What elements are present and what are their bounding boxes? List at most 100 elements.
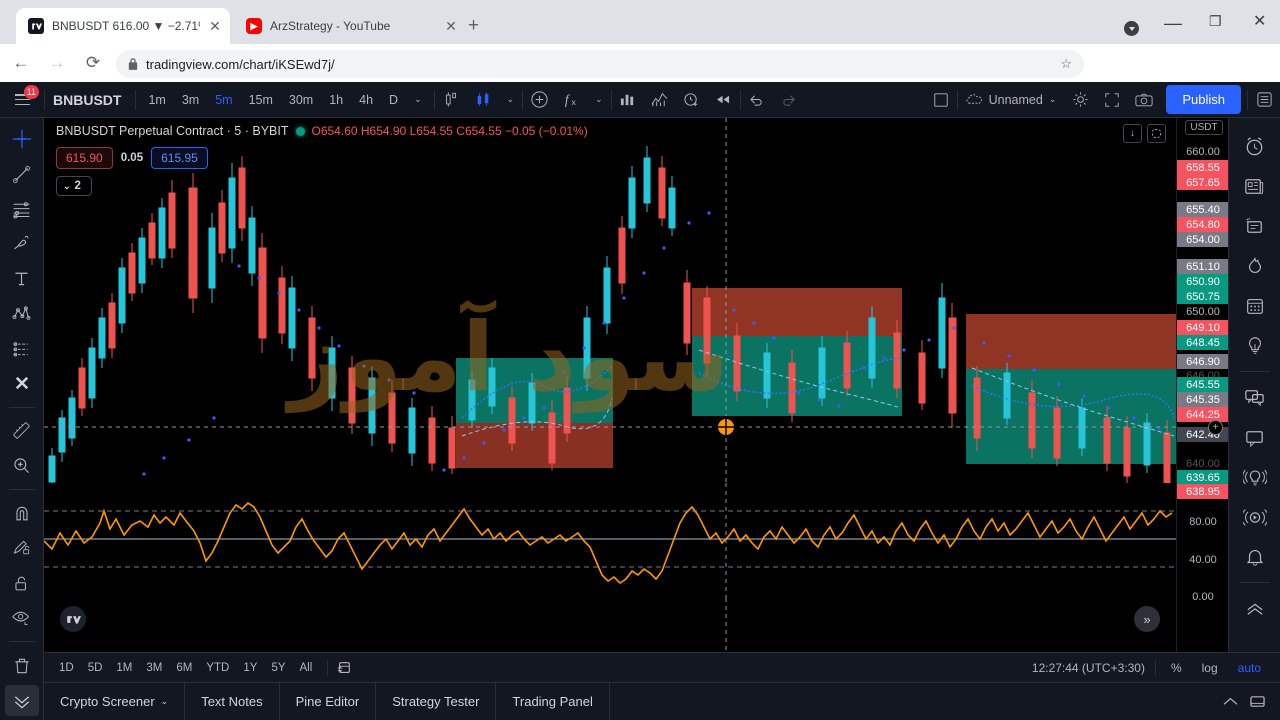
range-5D[interactable]: 5D [81,658,110,678]
range-1M[interactable]: 1M [109,658,139,678]
prediction-tool-icon[interactable] [5,333,39,364]
maximize-button[interactable]: ❐ [1209,14,1222,28]
close-window-button[interactable]: ✕ [1253,14,1266,30]
calendar-range-icon[interactable] [336,660,352,676]
log-scale-button[interactable]: log [1197,659,1223,677]
range-3M[interactable]: 3M [139,658,169,678]
reset-chart-icon[interactable] [1147,124,1166,143]
replay-rewind-icon[interactable] [708,86,740,114]
reload-icon[interactable]: ⟳ [78,48,108,78]
legend-title-row[interactable]: BNBUSDT Perpetual Contract · 5 · BYBIT O… [56,124,588,138]
auto-scale-button[interactable]: auto [1233,659,1266,677]
minimize-button[interactable]: — [1164,14,1182,32]
scroll-forward-button[interactable]: » [1134,606,1160,632]
trend-line-tool-icon[interactable] [5,159,39,190]
collapse-toolbar-icon[interactable] [4,685,39,716]
chart-canvas-area[interactable]: سود آموز BNBUSDT Perpetual Contract · 5 … [44,118,1229,720]
news-icon[interactable] [1236,166,1274,206]
forward-icon[interactable]: → [42,48,72,78]
timeframe-D[interactable]: D [381,88,406,112]
range-YTD[interactable]: YTD [199,658,236,678]
magnet-icon[interactable] [5,498,39,529]
chevron-down-icon[interactable]: ⌄ [406,94,430,105]
live-stream-icon[interactable] [1236,497,1274,537]
watchlist-alarm-icon[interactable] [1236,126,1274,166]
expand-panel-icon[interactable] [1249,694,1266,709]
range-1D[interactable]: 1D [52,658,81,678]
layout-square-icon[interactable] [925,86,957,114]
tab-crypto-screener[interactable]: Crypto Screener ⌄ [44,682,186,720]
settings-gear-icon[interactable] [1064,86,1096,114]
fib-retracement-tool-icon[interactable] [5,194,39,225]
drawing-mode-pencil-icon[interactable] [5,533,39,564]
timeframe-3m[interactable]: 3m [174,88,207,112]
chevron-down-icon[interactable]: ⌄ [587,94,611,105]
percent-scale-button[interactable]: % [1166,659,1187,677]
pattern-tool-icon[interactable] [5,298,39,329]
sidebar-panel-icon[interactable] [1248,86,1280,114]
undo-icon[interactable] [741,86,773,114]
star-icon[interactable]: ☆ [1060,56,1072,72]
range-All[interactable]: All [293,658,320,678]
timeframe-15m[interactable]: 15m [241,88,281,112]
indicators-fx-icon[interactable]: fx [555,86,587,114]
new-tab-button[interactable]: + [468,16,479,35]
lock-drawings-icon[interactable] [5,568,39,599]
redo-icon[interactable] [773,86,805,114]
candle-style-icon[interactable] [467,86,499,114]
range-6M[interactable]: 6M [169,658,199,678]
add-alert-icon[interactable]: + [1208,420,1223,435]
tab-trading-panel[interactable]: Trading Panel [496,682,610,720]
remove-drawings-icon[interactable] [5,368,39,399]
trash-icon[interactable] [5,650,39,681]
add-indicator-icon[interactable] [523,86,555,114]
range-5Y[interactable]: 5Y [264,658,292,678]
expand-sidebar-icon[interactable] [1236,588,1274,628]
timeframe-5m[interactable]: 5m [207,88,240,112]
fullscreen-icon[interactable] [1096,86,1128,114]
bar-style-icon[interactable] [435,86,467,114]
brush-tool-icon[interactable] [5,228,39,259]
tab-pine-editor[interactable]: Pine Editor [280,682,377,720]
browser-tab-tradingview[interactable]: BNBUSDT 616.00 ▼ −2.71% Unn ✕ [16,8,230,44]
data-window-icon[interactable] [1236,206,1274,246]
layout-selector[interactable]: Unnamed ⌄ [958,93,1065,107]
ideas-bulb-icon[interactable] [1236,326,1274,366]
order-quantity-selector[interactable]: ⌄ 2 [56,176,92,196]
zoom-in-icon[interactable] [5,450,39,481]
window-dropdown-icon[interactable] [1124,21,1139,36]
public-chat-icon[interactable] [1236,377,1274,417]
notifications-bell-icon[interactable] [1236,537,1274,577]
symbol-search-button[interactable]: BNBUSDT [45,92,135,108]
tab-strategy-tester[interactable]: Strategy Tester [376,682,497,720]
timeframe-1h[interactable]: 1h [321,88,351,112]
line-chart-icon[interactable] [644,86,676,114]
bar-replay-chart-icon[interactable] [612,86,644,114]
hotlist-fire-icon[interactable] [1236,246,1274,286]
collapse-panel-icon[interactable] [1222,694,1239,709]
tab-text-notes[interactable]: Text Notes [185,682,280,720]
close-icon[interactable]: ✕ [444,19,458,33]
tradingview-logo-badge[interactable] [60,606,86,632]
scroll-to-realtime-icon[interactable]: ↓ [1123,124,1142,143]
text-tool-icon[interactable] [5,263,39,294]
browser-tab-youtube[interactable]: ▶ ArzStrategy - YouTube ✕ [234,8,466,44]
screenshot-camera-icon[interactable] [1128,86,1160,114]
hide-drawings-eye-icon[interactable] [5,603,39,634]
main-menu-button[interactable]: 11 [0,82,44,118]
alert-clock-icon[interactable] [676,86,708,114]
timeframe-30m[interactable]: 30m [281,88,321,112]
bid-price-badge[interactable]: 615.90 [56,147,113,169]
ask-price-badge[interactable]: 615.95 [151,147,208,169]
measure-ruler-icon[interactable] [5,416,39,447]
address-bar[interactable]: tradingview.com/chart/iKSEwd7j/ ☆ [116,50,1084,78]
stream-broadcast-icon[interactable] [1236,457,1274,497]
timeframe-4h[interactable]: 4h [351,88,381,112]
price-axis[interactable]: USDT 660.00 658.55 657.65 655.40 654.80 … [1176,118,1229,678]
back-icon[interactable]: ← [6,48,36,78]
private-chat-icon[interactable] [1236,417,1274,457]
range-1Y[interactable]: 1Y [236,658,264,678]
timeframe-1m[interactable]: 1m [140,88,173,112]
chevron-down-icon[interactable]: ⌄ [499,94,523,105]
crosshair-tool-icon[interactable] [5,124,39,155]
